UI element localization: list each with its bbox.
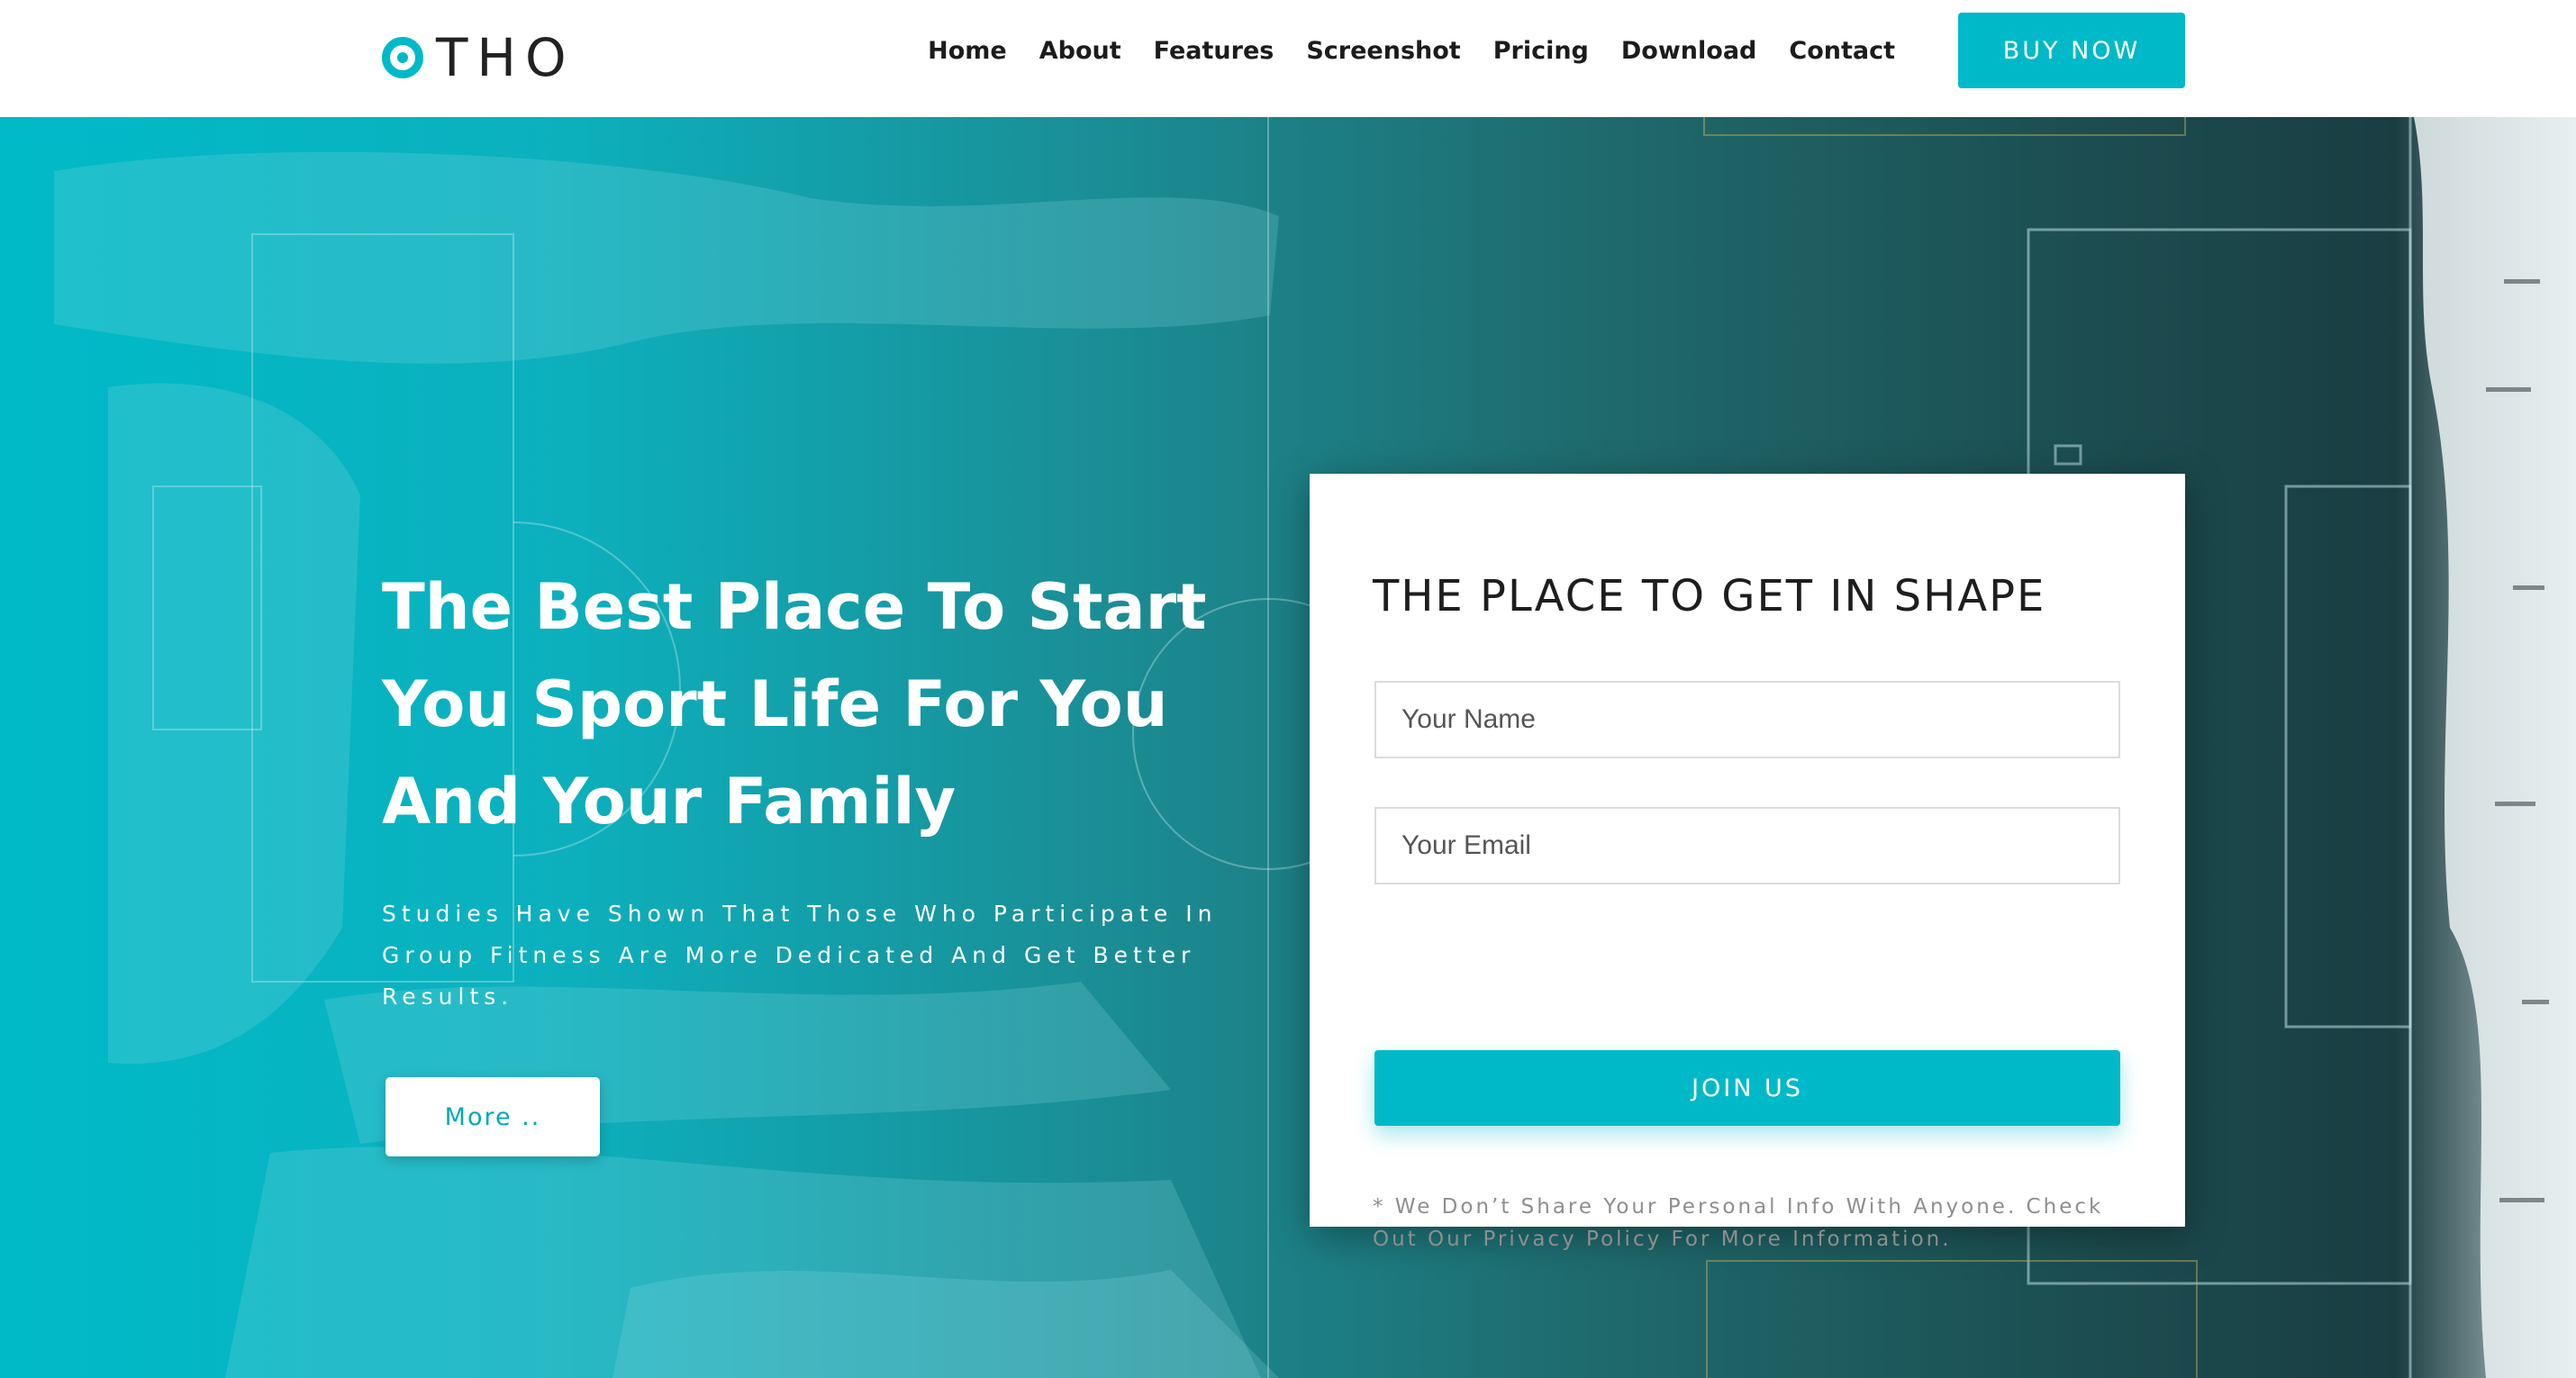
name-input[interactable]: [1374, 681, 2120, 758]
nav-screenshot[interactable]: Screenshot: [1306, 37, 1460, 65]
more-button[interactable]: More ..: [385, 1077, 600, 1156]
signup-form-card: THE PLACE TO GET IN SHAPE JOIN US * We D…: [1310, 474, 2185, 1251]
brand-logo[interactable]: THO: [382, 25, 576, 90]
site-header: THO Home About Features Screenshot Prici…: [0, 0, 2576, 117]
headline-line-1: The Best Place To Start: [382, 570, 1207, 644]
hero-section: The Best Place To Start You Sport Life F…: [0, 117, 2576, 1378]
main-nav: Home About Features Screenshot Pricing D…: [895, 0, 1895, 101]
hero-headline: The Best Place To Start You Sport Life F…: [382, 558, 1229, 850]
hero-subtext: Studies Have Shown That Those Who Partic…: [382, 901, 1218, 1010]
logo-text: THO: [436, 27, 576, 88]
nav-pricing[interactable]: Pricing: [1493, 37, 1589, 65]
headline-line-2: You Sport Life For You: [382, 667, 1168, 741]
privacy-disclaimer: * We Don’t Share Your Personal Info With…: [1373, 1195, 2104, 1251]
nav-home[interactable]: Home: [928, 37, 1007, 65]
join-us-button[interactable]: JOIN US: [1374, 1050, 2120, 1126]
nav-contact[interactable]: Contact: [1789, 37, 1895, 65]
buy-now-button[interactable]: BUY NOW: [1958, 13, 2185, 88]
nav-features[interactable]: Features: [1154, 37, 1274, 65]
nav-about[interactable]: About: [1039, 37, 1121, 65]
headline-line-3: And Your Family: [382, 765, 957, 839]
email-input[interactable]: [1374, 807, 2120, 884]
nav-download[interactable]: Download: [1621, 37, 1756, 65]
logo-ring-icon: [382, 37, 423, 78]
form-title: THE PLACE TO GET IN SHAPE: [1373, 571, 2046, 621]
